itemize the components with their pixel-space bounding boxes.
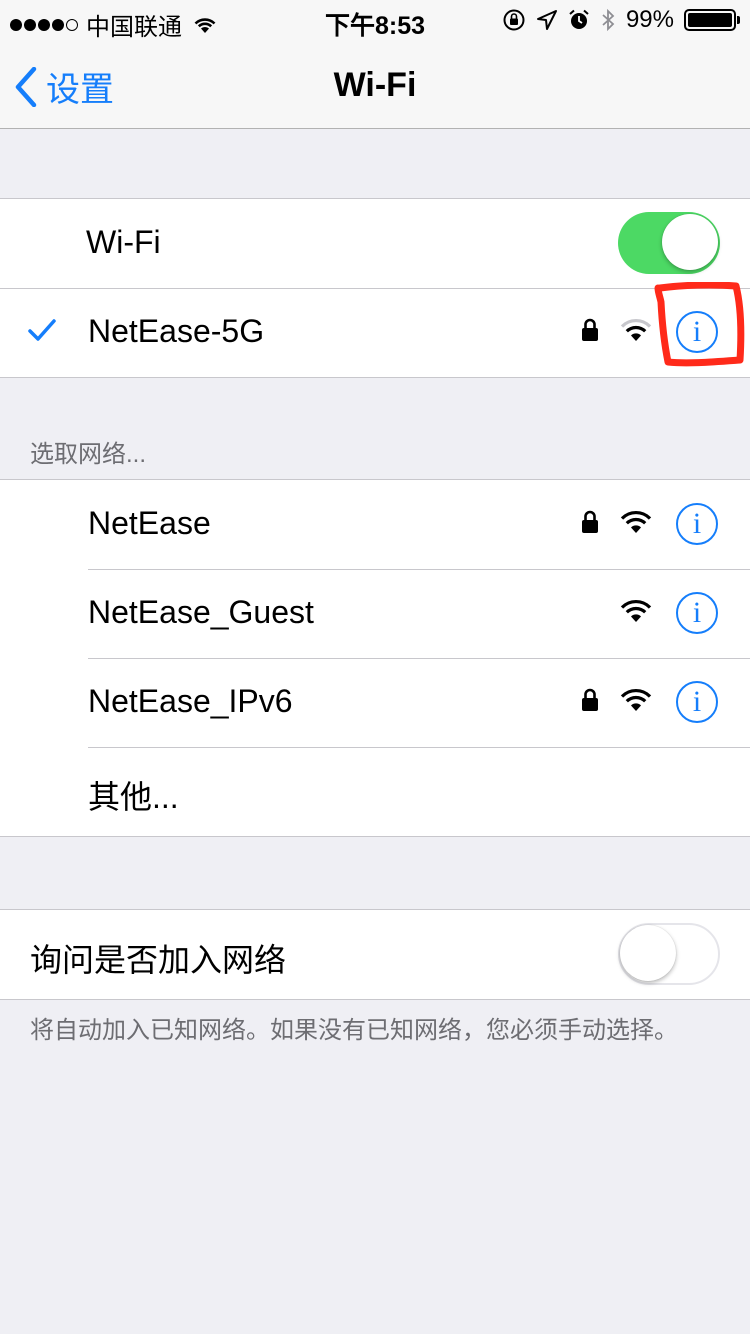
network-row-netease-ipv6[interactable]: NetEase_IPv6 i [0,658,750,747]
battery-icon [684,9,740,31]
network-row-netease-guest[interactable]: NetEase_Guest i [0,569,750,658]
wifi-toggle-row: Wi-Fi [0,199,750,288]
choose-network-header: 选取网络... [30,441,147,468]
network-info-button[interactable]: i [676,503,718,545]
lock-icon [582,318,598,341]
ask-to-join-toggle[interactable] [618,923,720,985]
wifi-toggle[interactable] [618,212,720,274]
other-network-label: 其他... [88,779,179,815]
network-name: NetEase_IPv6 [88,683,293,719]
ask-to-join-row: 询问是否加入网络 [0,910,750,999]
network-list: NetEase i NetEase_Guest i NetEase_IPv6 i… [0,479,750,837]
orientation-lock-icon [503,9,525,31]
wifi-signal-icon [620,600,652,622]
lock-icon [582,688,598,711]
wifi-signal-icon [620,689,652,711]
toggle-knob [620,925,676,981]
status-bar: 中国联通 下午8:53 99% [0,0,750,41]
battery-level [688,13,732,27]
alarm-clock-icon [569,9,589,29]
location-arrow-icon [536,10,557,30]
ask-to-join-footer: 将自动加入已知网络。如果没有已知网络，您必须手动选择。 [30,1017,678,1044]
network-info-button[interactable]: i [676,311,718,353]
network-info-button[interactable]: i [676,592,718,634]
network-name: NetEase [88,505,211,541]
wifi-toggle-label: Wi-Fi [86,224,161,260]
navigation-bar: 设置 Wi-Fi [0,40,750,129]
wifi-group: Wi-Fi NetEase-5G i [0,198,750,378]
bluetooth-icon [602,8,615,32]
toggle-knob [662,214,718,270]
page-title: Wi-Fi [333,66,417,104]
ask-to-join-group: 询问是否加入网络 [0,909,750,1000]
wifi-signal-icon [620,319,652,341]
checkmark-icon [28,319,56,341]
network-name: NetEase_Guest [88,594,314,630]
wifi-signal-icon [620,511,652,533]
network-info-button[interactable]: i [676,681,718,723]
connected-network-row[interactable]: NetEase-5G i [0,288,750,377]
other-network-row[interactable]: 其他... [0,747,750,836]
connected-network-name: NetEase-5G [88,313,265,349]
network-row-netease[interactable]: NetEase i [0,480,750,569]
battery-percent: 99% [625,6,674,33]
ask-to-join-label: 询问是否加入网络 [30,942,287,978]
lock-icon [582,510,598,533]
